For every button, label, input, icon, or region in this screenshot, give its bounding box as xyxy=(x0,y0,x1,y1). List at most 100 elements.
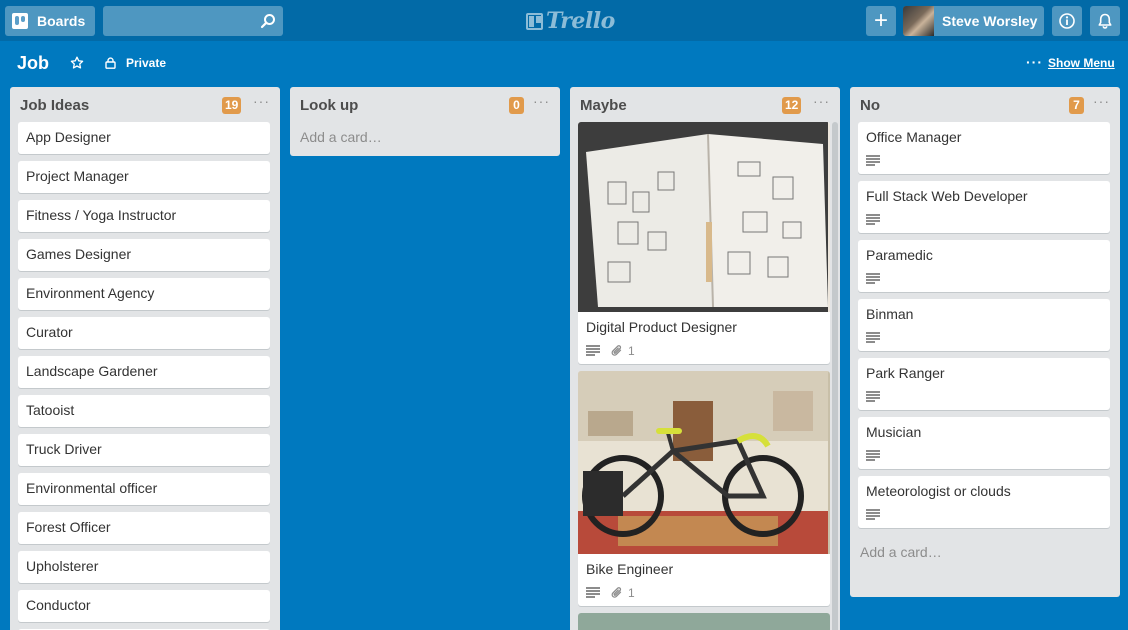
info-button[interactable] xyxy=(1052,6,1082,36)
card-title: Bike Engineer xyxy=(586,561,674,577)
card[interactable]: Full Stack Web Developer xyxy=(858,181,1110,233)
boards-icon xyxy=(12,13,28,29)
list-job-ideas: Job Ideas 19 ··· App Designer Project Ma… xyxy=(10,87,280,630)
list-menu-icon[interactable]: ··· xyxy=(813,93,830,109)
attachment-icon xyxy=(611,586,622,598)
card[interactable] xyxy=(578,613,830,630)
card[interactable]: Tatooist xyxy=(18,395,270,427)
card-badges xyxy=(858,508,1110,528)
card[interactable]: Games Designer xyxy=(18,239,270,271)
card-title: Truck Driver xyxy=(26,441,102,457)
card-title: Digital Product Designer xyxy=(586,319,737,335)
card[interactable]: Bike Engineer 1 xyxy=(578,371,830,606)
card-title: Environmental officer xyxy=(26,480,158,496)
search-input[interactable] xyxy=(103,6,283,36)
add-button[interactable]: + xyxy=(866,6,896,36)
card[interactable]: Forest Officer xyxy=(18,512,270,544)
card[interactable]: Upholsterer xyxy=(18,551,270,583)
card-count-badge: 7 xyxy=(1069,97,1084,114)
avatar xyxy=(903,6,934,36)
list-title[interactable]: Maybe xyxy=(580,97,627,114)
card-count-badge: 12 xyxy=(782,97,802,114)
card-title: Fitness / Yoga Instructor xyxy=(26,207,177,223)
card[interactable]: Meteorologist or clouds xyxy=(858,476,1110,528)
info-icon xyxy=(1059,13,1075,29)
card[interactable]: Environment Agency xyxy=(18,278,270,310)
card-list: Office Manager Full Stack Web Developer Pa… xyxy=(850,122,1120,528)
description-icon xyxy=(586,345,600,356)
bicycle-image xyxy=(578,371,828,554)
list-title[interactable]: Look up xyxy=(300,97,358,114)
card-badges xyxy=(858,449,1110,469)
card-title: Park Ranger xyxy=(866,365,945,381)
card-title: Environment Agency xyxy=(26,285,155,301)
user-menu-button[interactable]: Steve Worsley xyxy=(903,6,1044,36)
card[interactable]: Truck Driver xyxy=(18,434,270,466)
card-badges xyxy=(858,154,1110,174)
card[interactable]: Binman xyxy=(858,299,1110,351)
card-title: Tatooist xyxy=(26,402,75,418)
trello-logo-icon xyxy=(526,12,543,30)
list-scrollbar[interactable] xyxy=(832,122,838,630)
card[interactable]: Musician xyxy=(858,417,1110,469)
card[interactable]: Landscape Gardener xyxy=(18,356,270,388)
boards-label: Boards xyxy=(37,13,86,29)
list-title[interactable]: Job Ideas xyxy=(20,97,89,114)
list-menu-icon[interactable]: ··· xyxy=(533,93,550,109)
card-cover-image xyxy=(578,371,830,554)
card[interactable]: Conductor xyxy=(18,590,270,622)
user-name: Steve Worsley xyxy=(942,13,1038,29)
description-icon xyxy=(866,450,880,461)
card-title: Project Manager xyxy=(26,168,129,184)
card-title: Paramedic xyxy=(866,247,933,263)
list-maybe: Maybe 12 ··· Digital Product Designer 1 … xyxy=(570,87,840,630)
description-icon xyxy=(866,155,880,166)
list-header: Maybe 12 ··· xyxy=(570,87,840,122)
star-icon[interactable] xyxy=(70,56,84,70)
card-badges: 1 xyxy=(578,586,830,606)
card[interactable]: App Designer xyxy=(18,122,270,154)
card[interactable]: Fitness / Yoga Instructor xyxy=(18,200,270,232)
search-icon[interactable] xyxy=(260,13,276,29)
card-count-badge: 19 xyxy=(222,97,242,114)
board-title[interactable]: Job xyxy=(17,53,49,74)
card[interactable]: Project Manager xyxy=(18,161,270,193)
description-icon xyxy=(586,587,600,598)
description-icon xyxy=(866,509,880,520)
list-title[interactable]: No xyxy=(860,97,880,114)
top-header: Boards Trello + Steve Worsley xyxy=(0,0,1128,41)
list-menu-icon[interactable]: ··· xyxy=(1093,93,1110,109)
lock-icon[interactable] xyxy=(105,57,116,69)
notifications-button[interactable] xyxy=(1090,6,1120,36)
boards-button[interactable]: Boards xyxy=(5,6,95,36)
add-card-button[interactable]: Add a card… xyxy=(290,122,560,155)
list-header: Look up 0 ··· xyxy=(290,87,560,122)
plus-icon: + xyxy=(873,7,888,34)
description-icon xyxy=(866,214,880,225)
description-icon xyxy=(866,332,880,343)
trello-logo[interactable]: Trello xyxy=(526,8,615,34)
card[interactable]: Digital Product Designer 1 xyxy=(578,122,830,364)
card[interactable]: Curator xyxy=(18,317,270,349)
card[interactable]: Park Ranger xyxy=(858,358,1110,410)
show-menu-link[interactable]: Show Menu xyxy=(1048,56,1115,70)
card[interactable]: Office Manager xyxy=(858,122,1110,174)
card-title: Conductor xyxy=(26,597,91,613)
attachment-icon xyxy=(611,344,622,356)
card-title: App Designer xyxy=(26,129,111,145)
list-menu-icon[interactable]: ··· xyxy=(253,93,270,109)
card-title: Forest Officer xyxy=(26,519,111,535)
visibility-label[interactable]: Private xyxy=(126,56,166,70)
card-badges: 1 xyxy=(578,344,830,364)
card[interactable]: Paramedic xyxy=(858,240,1110,292)
card[interactable]: Environmental officer xyxy=(18,473,270,505)
menu-dots-icon[interactable]: ··· xyxy=(1026,54,1043,70)
card-badges xyxy=(858,331,1110,351)
card-title: Landscape Gardener xyxy=(26,363,158,379)
card-cover-image xyxy=(578,613,830,630)
card-badges xyxy=(858,272,1110,292)
add-card-button[interactable]: Add a card… xyxy=(850,535,1120,570)
sketchbook-image xyxy=(578,122,828,312)
list-no: No 7 ··· Office Manager Full Stack Web De… xyxy=(850,87,1120,597)
card-title: Full Stack Web Developer xyxy=(866,188,1028,204)
